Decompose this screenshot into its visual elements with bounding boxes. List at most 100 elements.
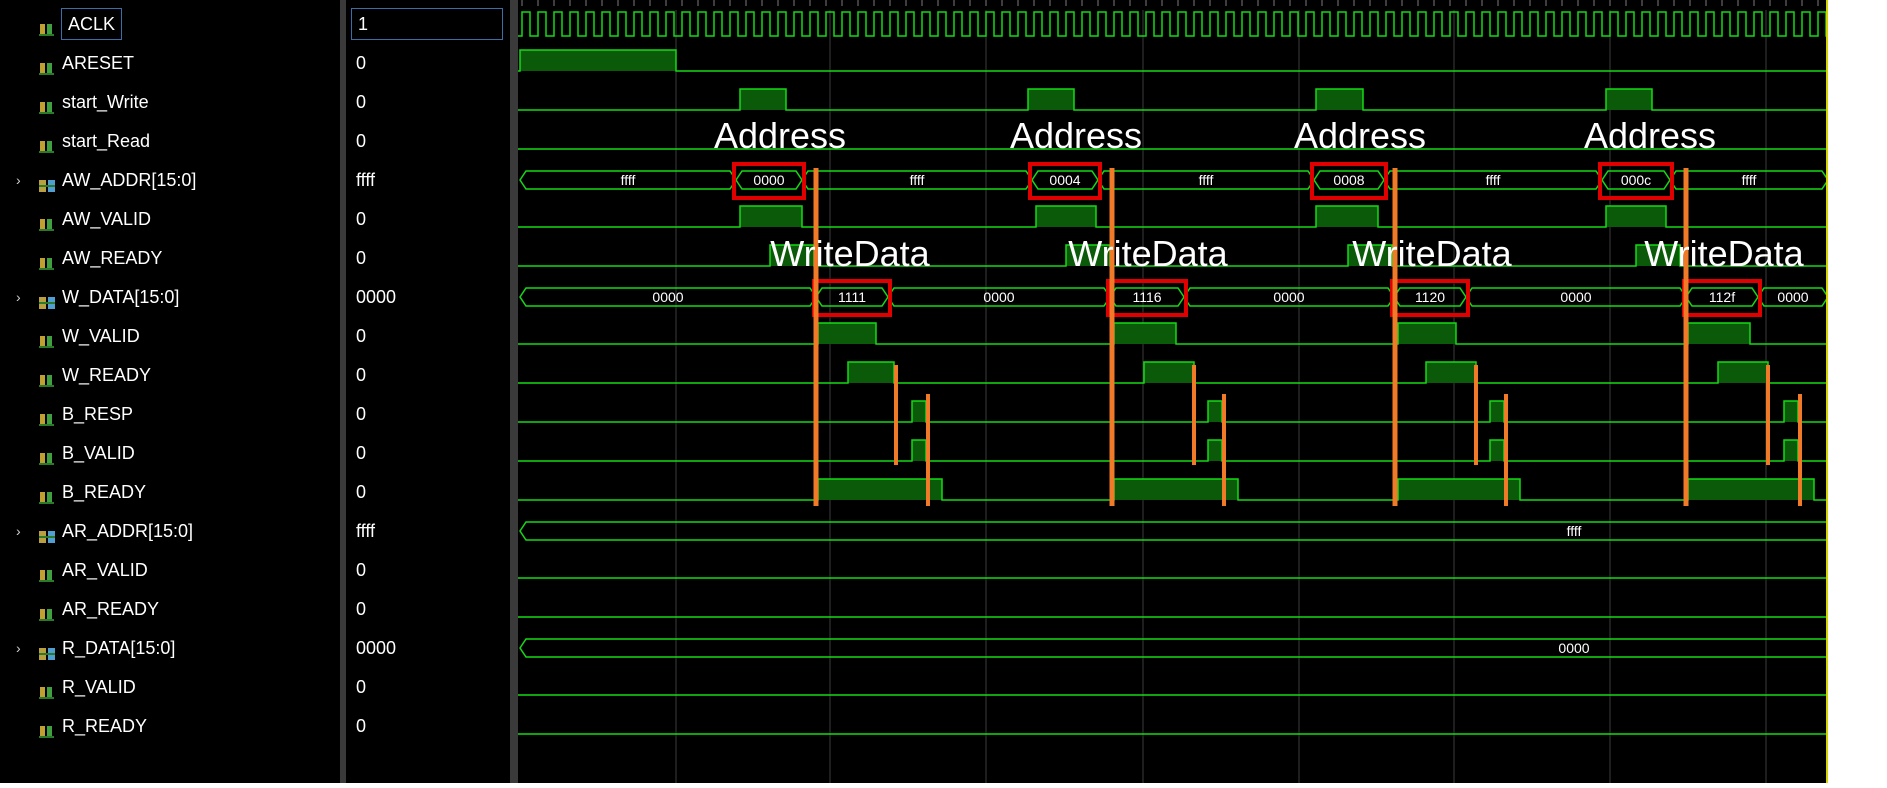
waveform-canvas[interactable]: ffff 0000 ffff 0004 ffff 0008 ffff 000c ffff 0000… xyxy=(518,0,1835,783)
signal-row[interactable]: › W_DATA[15:0] xyxy=(0,282,340,312)
expand-chevron-icon[interactable]: › xyxy=(16,516,28,546)
signal-value-panel xyxy=(346,0,510,783)
signal-value: 0 xyxy=(356,131,367,151)
signal-row[interactable]: B_VALID xyxy=(0,438,340,468)
wave-high-fill xyxy=(1028,89,1074,110)
signal-value: 0 xyxy=(356,443,367,463)
signal-row[interactable]: B_RESP xyxy=(0,399,340,429)
wave-high-fill xyxy=(1316,89,1363,110)
signal-name: AW_READY xyxy=(62,248,163,268)
signal-bit-icon xyxy=(38,329,56,348)
w-data-value: 112f xyxy=(1709,289,1735,305)
bus-segment xyxy=(519,521,1835,541)
w-data-value: 0000 xyxy=(983,289,1014,305)
signal-row[interactable]: R_READY xyxy=(0,711,340,741)
signal-row[interactable]: start_Read xyxy=(0,126,340,156)
wave-high-fill xyxy=(1606,89,1652,110)
wave-high-fill xyxy=(1398,479,1520,500)
signal-row[interactable]: ARESET xyxy=(0,48,340,78)
signal-row[interactable]: W_READY xyxy=(0,360,340,390)
page-margin xyxy=(1828,0,1887,783)
signal-row[interactable]: AW_READY xyxy=(0,243,340,273)
signal-bus-icon xyxy=(38,641,56,660)
signal-wave xyxy=(518,400,1828,423)
wave-high-fill xyxy=(1606,206,1666,227)
signal-value: 0000 xyxy=(356,638,397,658)
wave-high-fill xyxy=(1114,323,1176,344)
signal-bit-icon xyxy=(38,602,56,621)
signal-value: 0 xyxy=(356,482,367,502)
aw-addr-value: ffff xyxy=(1742,172,1757,188)
annotation-address-label: Address xyxy=(1010,115,1142,156)
signal-name: W_READY xyxy=(62,365,152,385)
signal-row[interactable]: R_VALID xyxy=(0,672,340,702)
signal-name: B_VALID xyxy=(62,443,135,463)
waveform-viewer: ACLK ARESET start_Write start_Read › AW_ADDR[… xyxy=(0,0,1835,783)
signal-value: 0 xyxy=(356,248,367,268)
signal-bit-icon xyxy=(38,17,56,36)
signal-name: R_READY xyxy=(62,716,148,736)
signal-name: AR_VALID xyxy=(62,560,148,580)
bus-segment xyxy=(519,638,1835,658)
wave-high-fill xyxy=(848,362,894,383)
signal-bit-icon xyxy=(38,368,56,387)
aw-addr-value: ffff xyxy=(621,172,636,188)
signal-value: ffff xyxy=(356,521,376,541)
signal-row[interactable]: AW_VALID xyxy=(0,204,340,234)
ar-addr-value: ffff xyxy=(1567,523,1582,539)
signal-name: start_Write xyxy=(62,92,149,112)
signal-bit-icon xyxy=(38,680,56,699)
signal-row[interactable]: start_Write xyxy=(0,87,340,117)
aw-addr-value: 000c xyxy=(1621,172,1651,188)
aw-addr-value: 0008 xyxy=(1333,172,1364,188)
signal-name: W_VALID xyxy=(62,326,140,346)
signal-bit-icon xyxy=(38,134,56,153)
signal-row[interactable]: › R_DATA[15:0] xyxy=(0,633,340,663)
wave-high-fill xyxy=(1426,362,1476,383)
signal-bit-icon xyxy=(38,212,56,231)
wave-high-fill xyxy=(1784,401,1798,422)
expand-chevron-icon[interactable]: › xyxy=(16,282,28,312)
w-data-value: 0000 xyxy=(1560,289,1591,305)
signal-bus-icon xyxy=(38,524,56,543)
signal-value: 0 xyxy=(356,53,367,73)
signal-row[interactable]: AR_READY xyxy=(0,594,340,624)
signal-row[interactable]: W_VALID xyxy=(0,321,340,351)
panel-divider[interactable] xyxy=(510,0,518,783)
expand-chevron-icon[interactable]: › xyxy=(16,633,28,663)
wave-high-fill xyxy=(740,206,802,227)
signal-row[interactable]: AR_VALID xyxy=(0,555,340,585)
wave-high-fill xyxy=(1490,401,1504,422)
signal-name: AW_ADDR[15:0] xyxy=(62,170,197,190)
aw-addr-value: ffff xyxy=(1486,172,1501,188)
wave-high-fill xyxy=(1688,479,1814,500)
signal-bus-icon xyxy=(38,290,56,309)
signal-row[interactable]: B_READY xyxy=(0,477,340,507)
signal-row[interactable]: › AR_ADDR[15:0] xyxy=(0,516,340,546)
wave-high-fill xyxy=(1144,362,1194,383)
signal-value: 0 xyxy=(356,92,367,112)
signal-wave xyxy=(518,439,1828,462)
signal-row[interactable]: › AW_ADDR[15:0] xyxy=(0,165,340,195)
waveform-svg[interactable]: ffff 0000 ffff 0004 ffff 0008 ffff 000c ffff 0000… xyxy=(518,0,1835,783)
signal-value: 0000 xyxy=(356,287,397,307)
r-data-value: 0000 xyxy=(1558,640,1589,656)
signal-bit-icon xyxy=(38,56,56,75)
signal-value: 0 xyxy=(356,209,367,229)
signal-name: B_RESP xyxy=(62,404,134,424)
signal-value: 0 xyxy=(356,599,367,619)
signal-row[interactable]: ACLK xyxy=(0,8,340,40)
annotation-address-label: Address xyxy=(714,115,846,156)
annotation-writedata-label: WriteData xyxy=(1644,233,1804,274)
signal-name: ARESET xyxy=(62,53,135,73)
signal-name-panel: ACLK ARESET start_Write start_Read › AW_ADDR[… xyxy=(0,0,340,783)
w-data-value: 0000 xyxy=(1273,289,1304,305)
annotation-writedata-label: WriteData xyxy=(1068,233,1228,274)
wave-high-fill xyxy=(740,89,786,110)
signal-bit-icon xyxy=(38,446,56,465)
signal-name: AR_ADDR[15:0] xyxy=(62,521,194,541)
wave-high-fill xyxy=(818,479,942,500)
expand-chevron-icon[interactable]: › xyxy=(16,165,28,195)
signal-name: R_DATA[15:0] xyxy=(62,638,176,658)
clock-wave xyxy=(518,11,1828,37)
